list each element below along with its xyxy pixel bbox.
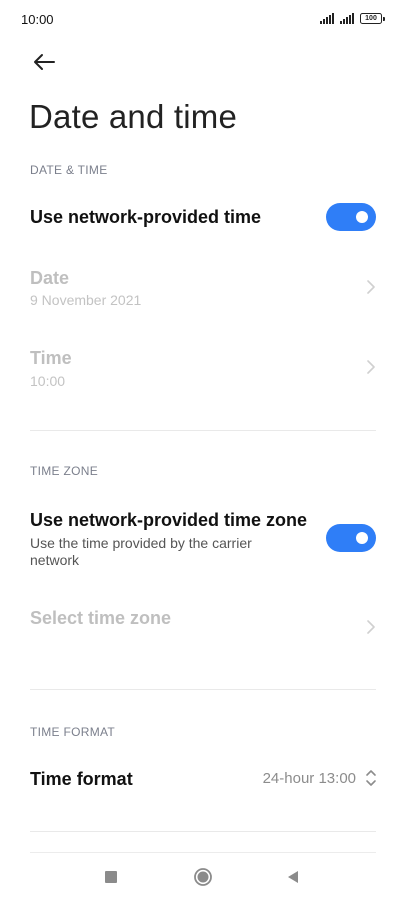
section-header-time-format: TIME FORMAT [30, 725, 116, 739]
network-zone-toggle[interactable] [326, 524, 376, 552]
divider [30, 831, 376, 832]
chevron-right-icon [367, 280, 375, 294]
toggle-knob [356, 211, 368, 223]
signal-icon [320, 13, 334, 24]
date-value: 9 November 2021 [30, 292, 142, 308]
network-time-label: Use network-provided time [30, 207, 262, 227]
date-label: Date [30, 268, 70, 288]
status-time: 10:00 [21, 12, 54, 27]
home-icon[interactable] [193, 867, 213, 887]
network-zone-label: Use network-provided time zone [30, 510, 308, 530]
time-label: Time [30, 348, 72, 368]
chevron-right-icon [367, 360, 375, 374]
section-header-date-time: DATE & TIME [30, 163, 108, 177]
status-icons: 100 [320, 13, 385, 24]
chevron-right-icon [367, 620, 375, 634]
time-value: 10:00 [30, 373, 66, 389]
select-zone-label: Select time zone [30, 608, 172, 628]
arrow-left-icon [34, 54, 55, 70]
battery-icon: 100 [360, 13, 385, 24]
unfold-icon [366, 770, 376, 786]
network-time-toggle[interactable] [326, 203, 376, 231]
time-format-label: Time format [30, 769, 133, 789]
recents-icon[interactable] [105, 871, 117, 883]
divider [30, 430, 376, 431]
network-zone-description: Use the time provided by the carrier net… [30, 535, 252, 568]
back-button[interactable] [30, 48, 58, 76]
toggle-knob [356, 532, 368, 544]
section-header-time-zone: TIME ZONE [30, 464, 99, 478]
back-triangle-icon[interactable] [286, 870, 300, 884]
page-title: Date and time [29, 98, 238, 135]
signal-icon-2 [340, 13, 354, 24]
nav-bar-divider [30, 852, 376, 853]
time-format-value: 24-hour 13:00 [262, 770, 356, 787]
divider [30, 689, 376, 690]
